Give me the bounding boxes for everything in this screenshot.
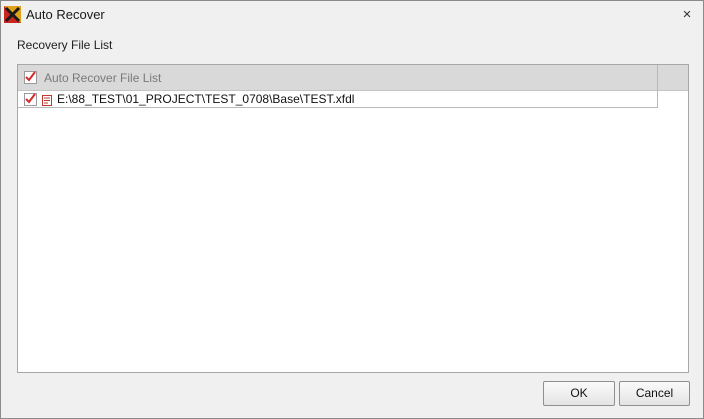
close-button[interactable]: × xyxy=(677,5,697,25)
check-mark-icon xyxy=(25,71,36,82)
section-label: Recovery File List xyxy=(17,38,113,52)
list-header-cell: Auto Recover File List xyxy=(18,65,658,90)
check-mark-icon xyxy=(25,93,36,104)
window-title: Auto Recover xyxy=(26,7,105,22)
ok-button[interactable]: OK xyxy=(543,381,615,406)
list-item[interactable]: E:\88_TEST\01_PROJECT\TEST_0708\Base\TES… xyxy=(18,90,658,108)
title-bar: Auto Recover × xyxy=(1,1,703,29)
list-header: Auto Recover File List xyxy=(18,65,688,91)
cancel-button[interactable]: Cancel xyxy=(619,381,690,406)
recovery-file-list: Auto Recover File List E:\88_TEST\01_PRO… xyxy=(17,64,689,373)
app-logo-icon xyxy=(4,6,21,23)
close-icon: × xyxy=(682,6,692,23)
auto-recover-dialog: Auto Recover × Recovery File List Auto R… xyxy=(0,0,704,419)
file-path: E:\88_TEST\01_PROJECT\TEST_0708\Base\TES… xyxy=(57,92,355,106)
file-icon xyxy=(42,93,52,106)
file-checkbox[interactable] xyxy=(24,93,37,106)
header-select-all-checkbox[interactable] xyxy=(24,71,37,84)
list-header-label: Auto Recover File List xyxy=(44,71,162,85)
